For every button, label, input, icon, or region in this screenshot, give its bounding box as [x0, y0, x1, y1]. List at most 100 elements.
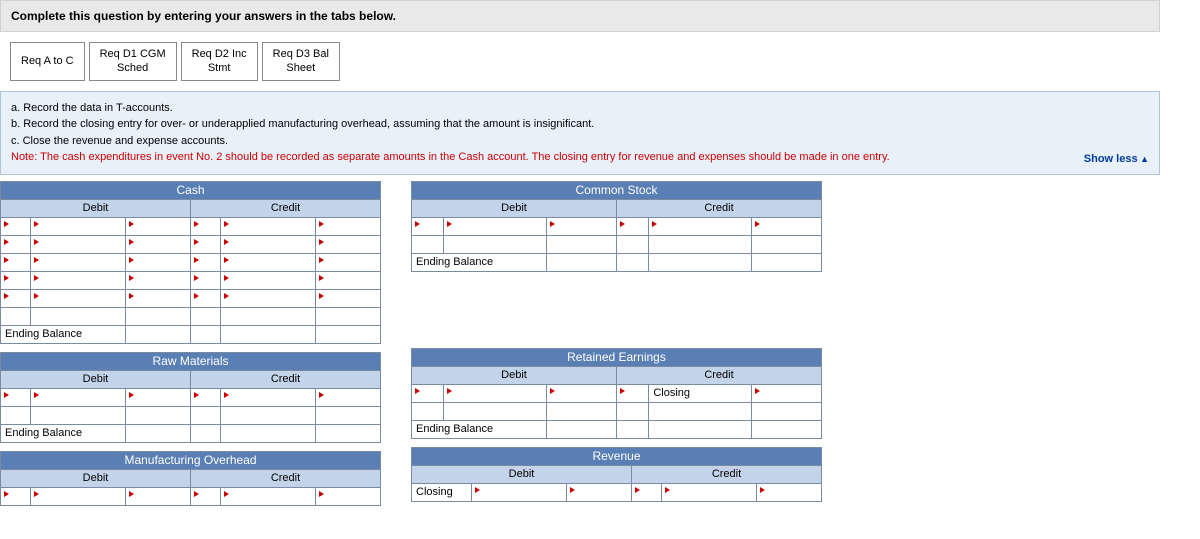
- account-title: Common Stock: [412, 181, 822, 199]
- debit-amount[interactable]: [31, 253, 126, 271]
- debit-extra[interactable]: [126, 217, 191, 235]
- credit-extra[interactable]: [316, 217, 381, 235]
- credit-extra[interactable]: [316, 388, 381, 406]
- debit-amount[interactable]: [31, 289, 126, 307]
- credit-extra[interactable]: [751, 384, 821, 402]
- blank-cell: [616, 420, 648, 438]
- right-column: Common Stock Debit Credit Ending Balance…: [411, 181, 822, 506]
- debit-extra[interactable]: [546, 217, 616, 235]
- credit-event[interactable]: [632, 483, 662, 501]
- debit-amount[interactable]: [472, 483, 567, 501]
- ending-balance-debit[interactable]: [546, 253, 616, 271]
- tab-req-d2[interactable]: Req D2 Inc Stmt: [181, 42, 258, 81]
- credit-amount[interactable]: [221, 289, 316, 307]
- t-account-retained-earnings: Retained Earnings Debit Credit Closing E…: [411, 348, 822, 439]
- debit-amount[interactable]: [31, 271, 126, 289]
- account-title: Raw Materials: [1, 352, 381, 370]
- instruction-text: Complete this question by entering your …: [11, 9, 396, 23]
- debit-event[interactable]: [1, 289, 31, 307]
- credit-extra[interactable]: [316, 235, 381, 253]
- blank-cell: [316, 325, 381, 343]
- tab-req-a-to-c[interactable]: Req A to C: [10, 42, 85, 81]
- debit-amount[interactable]: [31, 487, 126, 505]
- credit-extra[interactable]: [316, 253, 381, 271]
- credit-amount[interactable]: [221, 388, 316, 406]
- credit-header: Credit: [616, 366, 821, 384]
- credit-amount[interactable]: [221, 217, 316, 235]
- blank-cell: [546, 235, 616, 253]
- debit-extra[interactable]: [126, 289, 191, 307]
- blank-cell: [221, 307, 316, 325]
- account-title: Cash: [1, 181, 381, 199]
- ending-balance-label: Ending Balance: [1, 424, 126, 442]
- debit-event[interactable]: [1, 253, 31, 271]
- info-note: Note: The cash expenditures in event No.…: [11, 149, 1149, 166]
- t-account-manufacturing-overhead: Manufacturing Overhead Debit Credit: [0, 451, 381, 506]
- ending-balance-debit[interactable]: [126, 325, 191, 343]
- credit-event[interactable]: [616, 384, 648, 402]
- debit-extra[interactable]: [126, 487, 191, 505]
- tab-req-d3[interactable]: Req D3 Bal Sheet: [262, 42, 340, 81]
- credit-amount[interactable]: [221, 271, 316, 289]
- blank-cell: [191, 307, 221, 325]
- show-less-toggle[interactable]: Show less: [1084, 151, 1149, 168]
- credit-amount[interactable]: [221, 487, 316, 505]
- blank-cell: [1, 307, 31, 325]
- debit-amount[interactable]: [31, 388, 126, 406]
- credit-event[interactable]: [191, 289, 221, 307]
- credit-event[interactable]: [616, 217, 648, 235]
- credit-event[interactable]: [191, 388, 221, 406]
- debit-extra[interactable]: [126, 271, 191, 289]
- credit-amount[interactable]: [662, 483, 757, 501]
- debit-amount[interactable]: [444, 384, 547, 402]
- credit-event[interactable]: [191, 487, 221, 505]
- debit-event[interactable]: [412, 217, 444, 235]
- blank-cell: [316, 424, 381, 442]
- ending-balance-label: Ending Balance: [1, 325, 126, 343]
- debit-event[interactable]: [1, 235, 31, 253]
- credit-extra[interactable]: [316, 487, 381, 505]
- credit-amount[interactable]: [221, 235, 316, 253]
- credit-event[interactable]: [191, 253, 221, 271]
- info-line-b: b. Record the closing entry for over- or…: [11, 116, 1149, 133]
- tab-req-d1[interactable]: Req D1 CGM Sched: [89, 42, 177, 81]
- credit-event[interactable]: [191, 271, 221, 289]
- debit-extra[interactable]: [546, 384, 616, 402]
- debit-event[interactable]: [1, 487, 31, 505]
- blank-cell: [221, 424, 316, 442]
- credit-amount[interactable]: [649, 217, 752, 235]
- blank-cell: [126, 307, 191, 325]
- debit-amount[interactable]: [31, 235, 126, 253]
- debit-extra[interactable]: [126, 253, 191, 271]
- credit-event[interactable]: [191, 235, 221, 253]
- debit-event[interactable]: [1, 388, 31, 406]
- debit-header: Debit: [412, 199, 617, 217]
- debit-extra[interactable]: [126, 388, 191, 406]
- blank-cell: [616, 253, 648, 271]
- ending-balance-debit[interactable]: [546, 420, 616, 438]
- debit-amount[interactable]: [31, 217, 126, 235]
- ending-balance-label: Ending Balance: [412, 253, 547, 271]
- credit-extra[interactable]: [316, 289, 381, 307]
- credit-extra[interactable]: [757, 483, 822, 501]
- closing-label: Closing: [412, 483, 472, 501]
- debit-amount[interactable]: [444, 217, 547, 235]
- credit-event[interactable]: [191, 217, 221, 235]
- debit-event[interactable]: [1, 271, 31, 289]
- credit-extra[interactable]: [751, 217, 821, 235]
- blank-cell: [126, 406, 191, 424]
- debit-extra[interactable]: [567, 483, 632, 501]
- tab-label-line1: Req D3 Bal: [273, 48, 329, 60]
- debit-extra[interactable]: [126, 235, 191, 253]
- debit-event[interactable]: [1, 217, 31, 235]
- t-account-raw-materials: Raw Materials Debit Credit Ending Balanc…: [0, 352, 381, 443]
- t-account-cash: Cash Debit Credit Ending Balance: [0, 181, 381, 344]
- credit-amount[interactable]: [221, 253, 316, 271]
- debit-event[interactable]: [412, 384, 444, 402]
- blank-cell: [31, 307, 126, 325]
- credit-extra[interactable]: [316, 271, 381, 289]
- ending-balance-debit[interactable]: [126, 424, 191, 442]
- blank-cell: [751, 253, 821, 271]
- tab-label: Req A to C: [21, 54, 74, 68]
- debit-header: Debit: [1, 370, 191, 388]
